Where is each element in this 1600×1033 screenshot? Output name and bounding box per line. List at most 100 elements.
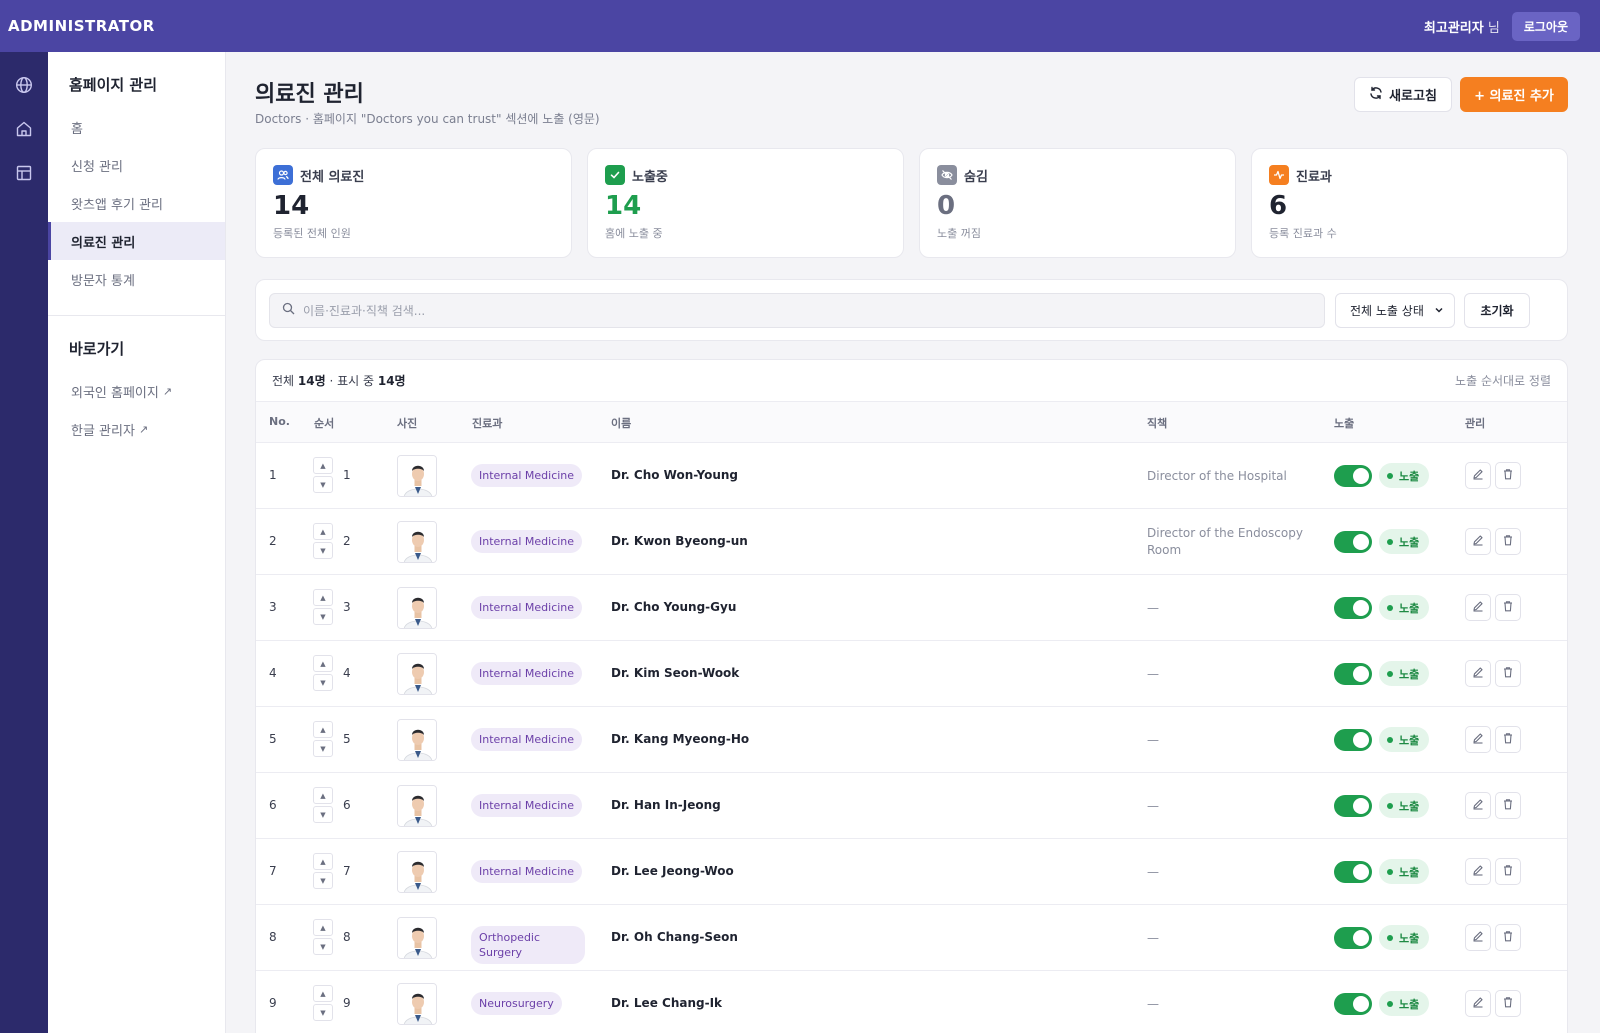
move-up-button[interactable]: ▲ — [313, 985, 333, 1002]
edit-button[interactable] — [1465, 858, 1491, 885]
move-up-button[interactable]: ▲ — [313, 523, 333, 540]
sidebar-link-foreign-site[interactable]: 외국인 홈페이지 ↗ — [48, 372, 225, 410]
row-order: 3 — [343, 600, 351, 614]
stat-value: 0 — [937, 191, 956, 221]
badge-label: 노출 — [1399, 469, 1420, 483]
main-content: 의료진 관리 Doctors · 홈페이지 "Doctors you can t… — [226, 52, 1600, 1033]
stat-label: 숨김 — [964, 169, 988, 185]
move-down-button[interactable]: ▼ — [313, 674, 333, 691]
sidebar-item-home[interactable]: 홈 — [48, 108, 225, 146]
move-down-button[interactable]: ▼ — [313, 1004, 333, 1021]
edit-button[interactable] — [1465, 462, 1491, 489]
top-bar: ADMINISTRATOR 최고관리자 님 로그아웃 — [0, 0, 1600, 52]
edit-button[interactable] — [1465, 924, 1491, 951]
move-down-button[interactable]: ▼ — [313, 542, 333, 559]
order-arrows: ▲ ▼ — [313, 457, 333, 495]
sidebar-item-applications[interactable]: 신청 관리 — [48, 146, 225, 184]
trash-icon — [1502, 798, 1514, 814]
layout-icon[interactable] — [13, 162, 35, 184]
doctor-name: Dr. Cho Young-Gyu — [611, 600, 737, 614]
trash-icon — [1502, 600, 1514, 616]
refresh-button[interactable]: 새로고침 — [1354, 77, 1452, 112]
row-order: 1 — [343, 468, 351, 482]
order-arrows: ▲ ▼ — [313, 853, 333, 891]
delete-button[interactable] — [1495, 924, 1521, 951]
sidebar-item-whatsapp-reviews[interactable]: 왓츠앱 후기 관리 — [48, 184, 225, 222]
department-tag: Internal Medicine — [471, 662, 583, 685]
visibility-toggle[interactable] — [1334, 993, 1372, 1015]
edit-button[interactable] — [1465, 726, 1491, 753]
move-up-button[interactable]: ▲ — [313, 457, 333, 474]
edit-button[interactable] — [1465, 528, 1491, 555]
delete-button[interactable] — [1495, 792, 1521, 819]
move-down-button[interactable]: ▼ — [313, 938, 333, 955]
sidebar-item-visitor-stats[interactable]: 방문자 통계 — [48, 260, 225, 298]
visibility-badge: 노출 — [1379, 793, 1430, 818]
search-input[interactable] — [303, 303, 1324, 318]
row-order: 6 — [343, 798, 351, 812]
delete-button[interactable] — [1495, 528, 1521, 555]
delete-button[interactable] — [1495, 858, 1521, 885]
search-icon — [282, 302, 295, 319]
stat-card-visible: 노출중 14 홈에 노출 중 — [587, 148, 904, 258]
move-up-button[interactable]: ▲ — [313, 721, 333, 738]
stat-header: 노출중 — [605, 165, 886, 185]
badge-label: 노출 — [1399, 997, 1420, 1011]
visibility-toggle[interactable] — [1334, 927, 1372, 949]
sidebar-link-korean-admin[interactable]: 한글 관리자 ↗ — [48, 410, 225, 448]
page-subtitle: Doctors · 홈페이지 "Doctors you can trust" 섹… — [255, 112, 600, 126]
visibility-toggle[interactable] — [1334, 597, 1372, 619]
add-doctor-button[interactable]: + 의료진 추가 — [1460, 77, 1568, 112]
delete-button[interactable] — [1495, 660, 1521, 687]
status-select[interactable]: 전체 노출 상태 — [1335, 293, 1455, 328]
edit-button[interactable] — [1465, 792, 1491, 819]
move-down-button[interactable]: ▼ — [313, 608, 333, 625]
visibility-toggle[interactable] — [1334, 663, 1372, 685]
doctor-title: — — [1147, 799, 1159, 813]
pencil-icon — [1472, 864, 1484, 880]
page-title: 의료진 관리 — [255, 82, 364, 107]
visibility-toggle[interactable] — [1334, 465, 1372, 487]
move-down-button[interactable]: ▼ — [313, 740, 333, 757]
move-down-button[interactable]: ▼ — [313, 806, 333, 823]
edit-button[interactable] — [1465, 990, 1491, 1017]
trash-icon — [1502, 534, 1514, 550]
pencil-icon — [1472, 732, 1484, 748]
move-up-button[interactable]: ▲ — [313, 919, 333, 936]
col-visible: 노출 — [1334, 417, 1355, 430]
visibility-toggle[interactable] — [1334, 729, 1372, 751]
trash-icon — [1502, 732, 1514, 748]
doctor-photo — [397, 983, 437, 1025]
globe-icon[interactable] — [13, 74, 35, 96]
count-prefix: 전체 — [272, 374, 298, 388]
visibility-toggle[interactable] — [1334, 795, 1372, 817]
move-down-button[interactable]: ▼ — [313, 872, 333, 889]
visibility-toggle[interactable] — [1334, 861, 1372, 883]
sidebar: 홈페이지 관리 홈 신청 관리 왓츠앱 후기 관리 의료진 관리 방문자 통계 … — [48, 52, 226, 1033]
delete-button[interactable] — [1495, 726, 1521, 753]
sidebar-item-doctors[interactable]: 의료진 관리 — [48, 222, 225, 260]
move-up-button[interactable]: ▲ — [313, 655, 333, 672]
sidebar-section-title: 홈페이지 관리 — [69, 76, 158, 94]
badge-label: 노출 — [1399, 601, 1420, 615]
move-down-button[interactable]: ▼ — [313, 476, 333, 493]
home-icon[interactable] — [13, 118, 35, 140]
status-dot — [1387, 868, 1393, 875]
reset-button[interactable]: 초기화 — [1464, 293, 1530, 328]
status-dot — [1387, 934, 1393, 941]
table-row: 2 ▲ ▼ 2 Internal Medicine Dr. Kwon Byeong-un D… — [256, 509, 1567, 575]
delete-button[interactable] — [1495, 462, 1521, 489]
doctor-title: — — [1147, 931, 1159, 945]
delete-button[interactable] — [1495, 990, 1521, 1017]
edit-button[interactable] — [1465, 594, 1491, 621]
delete-button[interactable] — [1495, 594, 1521, 621]
move-up-button[interactable]: ▲ — [313, 787, 333, 804]
move-up-button[interactable]: ▲ — [313, 853, 333, 870]
visibility-toggle[interactable] — [1334, 531, 1372, 553]
edit-button[interactable] — [1465, 660, 1491, 687]
department-tag: Internal Medicine — [471, 728, 583, 751]
doctor-title: — — [1147, 997, 1159, 1011]
doctor-name: Dr. Lee Jeong-Woo — [611, 864, 734, 878]
logout-button[interactable]: 로그아웃 — [1511, 11, 1580, 41]
move-up-button[interactable]: ▲ — [313, 589, 333, 606]
